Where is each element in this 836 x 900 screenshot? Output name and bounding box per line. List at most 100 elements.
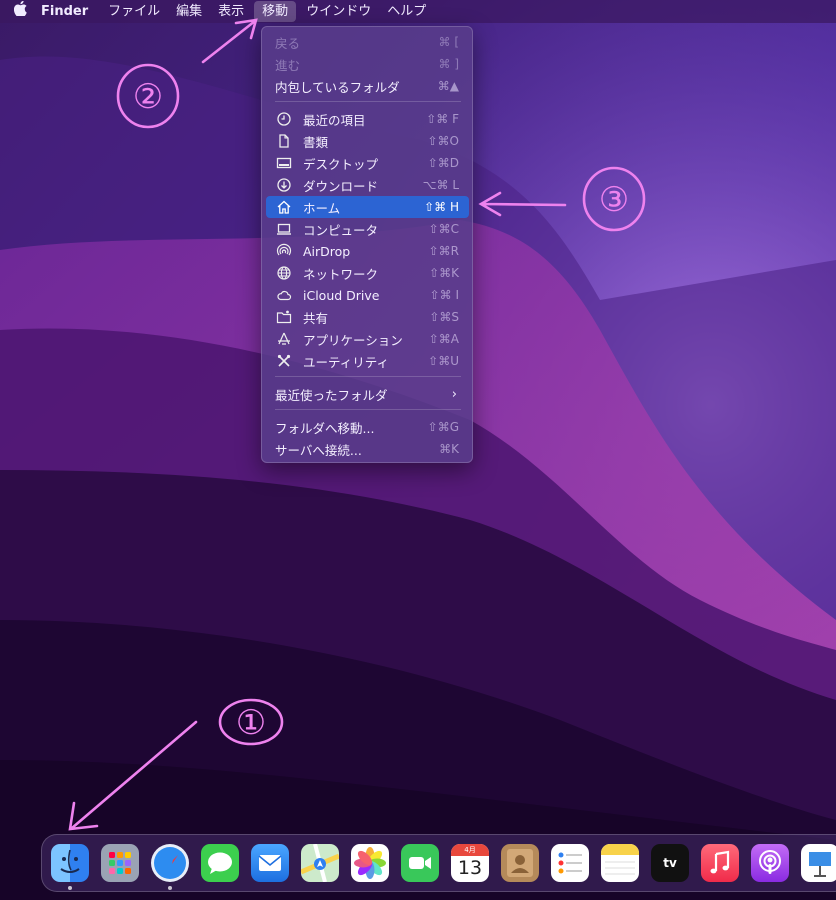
finder-icon[interactable] [51,844,89,882]
shortcut-label: ⇧⌘G [427,420,459,434]
menu-item-network[interactable]: ネットワーク ⇧⌘K [266,262,469,284]
shortcut-label: ⇧⌘ I [429,288,459,302]
applications-icon [278,332,290,345]
home-icon [277,200,291,214]
reminders-icon[interactable] [551,844,589,882]
apple-icon[interactable] [0,0,37,23]
menu-separator [275,409,461,410]
apple-tv-icon[interactable]: tv [651,844,689,882]
menu-window[interactable]: ウインドウ [298,0,379,23]
laptop-icon [277,223,291,235]
maps-icon[interactable] [301,844,339,882]
shortcut-label: ⇧⌘K [429,266,459,280]
menu-item-label: 最近使ったフォルダ [275,387,388,403]
running-indicator [68,886,72,890]
chevron-right-icon: › [451,386,457,402]
keynote-icon[interactable] [801,844,836,882]
menu-item-label: ホーム [303,200,341,216]
dock: 4月 13 tv [41,834,836,892]
notes-icon[interactable] [601,844,639,882]
menu-view[interactable]: 表示 [210,0,252,23]
music-icon[interactable] [701,844,739,882]
menu-item-label: デスクトップ [303,156,379,172]
shortcut-label: ⌘K [439,442,459,456]
shortcut-label: ⌥⌘ L [422,178,459,192]
safari-icon[interactable] [151,844,189,882]
menu-item-shared[interactable]: 共有 ⇧⌘S [266,306,469,328]
menu-item-connect-to-server[interactable]: サーバへ接続... ⌘K [266,438,469,460]
menu-item-label: AirDrop [303,243,351,259]
shortcut-label: ⇧⌘ H [424,200,459,214]
shortcut-label: ⇧⌘O [427,134,460,148]
menu-item-label: 戻る [275,35,301,51]
menu-bar: Finder ファイル 編集 表示 移動 ウインドウ ヘルプ [0,0,836,23]
shortcut-label: ⇧⌘ F [426,112,459,126]
menu-finder[interactable]: Finder [37,0,100,23]
shared-folder-icon [276,310,292,324]
document-icon [279,134,289,148]
menu-item-label: アプリケーション [303,332,403,348]
menu-item-applications[interactable]: アプリケーション ⇧⌘A [266,328,469,350]
shortcut-label: ⇧⌘C [428,222,459,236]
contacts-icon[interactable] [501,844,539,882]
menu-item-label: フォルダへ移動... [275,420,375,436]
mail-icon[interactable] [251,844,289,882]
download-icon [277,178,291,192]
menu-item-label: 進む [275,57,301,73]
menu-item-back[interactable]: 戻る ⌘ [ [266,31,469,53]
messages-icon[interactable] [201,844,239,882]
menu-item-downloads[interactable]: ダウンロード ⌥⌘ L [266,174,469,196]
menu-item-icloud-drive[interactable]: iCloud Drive ⇧⌘ I [266,284,469,306]
shortcut-label: ⇧⌘U [428,354,459,368]
menu-help[interactable]: ヘルプ [379,0,434,23]
cloud-icon [277,290,292,301]
menu-item-label: ユーティリティ [303,354,390,370]
running-indicator [168,886,172,890]
menu-item-label: 共有 [303,310,329,326]
menu-item-recents[interactable]: 最近の項目 ⇧⌘ F [266,108,469,130]
utilities-tools-icon [277,354,291,367]
facetime-icon[interactable] [401,844,439,882]
launchpad-icon[interactable] [101,844,139,882]
shortcut-label: ⌘ ] [438,57,460,71]
menu-item-recent-folders[interactable]: 最近使ったフォルダ › [266,383,469,405]
desktop-icon [276,157,292,169]
menu-item-label: コンピュータ [303,222,379,238]
menu-item-label: ネットワーク [303,266,379,282]
menu-item-label: サーバへ接続... [275,442,362,458]
menu-item-forward[interactable]: 進む ⌘ ] [266,53,469,75]
menu-item-go-to-folder[interactable]: フォルダへ移動... ⇧⌘G [266,416,469,438]
go-menu: 戻る ⌘ [ 進む ⌘ ] 内包しているフォルダ ⌘▲ 最近の項目 ⇧⌘ F 書… [261,26,473,463]
menu-item-label: iCloud Drive [303,287,380,303]
network-globe-icon [277,266,291,280]
menu-item-enclosing-folder[interactable]: 内包しているフォルダ ⌘▲ [266,75,469,97]
podcasts-icon[interactable] [751,844,789,882]
menu-item-label: 書類 [303,134,329,150]
tv-label: tv [663,856,677,870]
shortcut-label: ⌘▲ [437,79,459,93]
shortcut-label: ⇧⌘A [428,332,459,346]
menu-item-desktop[interactable]: デスクトップ ⇧⌘D [266,152,469,174]
photos-icon[interactable] [351,844,389,882]
shortcut-label: ⇧⌘S [429,310,459,324]
menu-edit[interactable]: 編集 [168,0,210,23]
calendar-day: 13 [457,857,483,879]
menu-item-utilities[interactable]: ユーティリティ ⇧⌘U [266,350,469,372]
shortcut-label: ⇧⌘D [427,156,459,170]
menu-item-airdrop[interactable]: AirDrop ⇧⌘R [266,240,469,262]
shortcut-label: ⌘ [ [438,35,460,49]
menu-item-label: 内包しているフォルダ [275,79,400,95]
shortcut-label: ⇧⌘R [428,244,459,258]
menu-go[interactable]: 移動 [254,1,297,22]
airdrop-icon [276,243,292,256]
clock-icon [277,112,291,126]
menu-file[interactable]: ファイル [100,0,168,23]
menu-separator [275,101,461,102]
menu-item-home[interactable]: ホーム ⇧⌘ H [266,196,469,218]
calendar-icon[interactable]: 4月 13 [451,844,489,882]
menu-separator [275,376,461,377]
menu-item-computer[interactable]: コンピュータ ⇧⌘C [266,218,469,240]
menu-item-label: ダウンロード [303,178,379,194]
menu-item-label: 最近の項目 [303,112,366,128]
menu-item-documents[interactable]: 書類 ⇧⌘O [266,130,469,152]
